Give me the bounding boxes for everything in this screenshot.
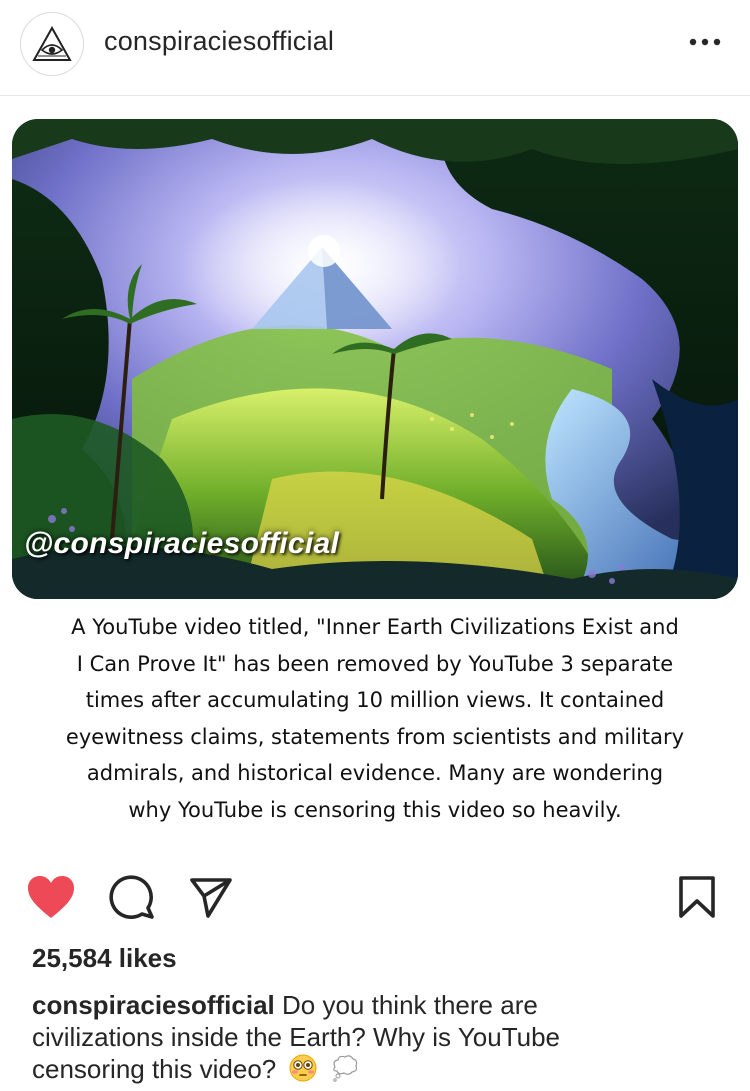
avatar[interactable] — [20, 12, 84, 76]
send-icon — [190, 878, 232, 918]
eye-pyramid-icon — [32, 26, 72, 61]
flushed-face-icon — [288, 1053, 318, 1091]
thought-balloon-icon — [329, 1053, 359, 1091]
heart-icon — [28, 876, 74, 918]
post-username[interactable]: conspiraciesofficial — [104, 26, 334, 57]
image-text-line: admirals, and historical evidence. Many … — [86, 761, 664, 785]
likes-count[interactable]: 25,584 likes — [32, 943, 177, 974]
image-watermark: @conspiraciesofficial — [24, 527, 340, 560]
share-button[interactable] — [186, 872, 236, 922]
comment-button[interactable] — [107, 872, 157, 922]
image-text-line: I Can Prove It" has been removed by YouT… — [76, 651, 674, 676]
caption-username[interactable]: conspiraciesofficial — [32, 990, 275, 1020]
image-text: A YouTube video titled, "Inner Earth Civ… — [20, 609, 730, 828]
image-text-line: times after accumulating 10 million view… — [85, 688, 665, 712]
post-header: conspiraciesofficial — [0, 0, 750, 96]
bookmark-icon — [679, 876, 715, 918]
image-text-line: why YouTube is censoring this video so h… — [128, 797, 622, 822]
image-text-line: A YouTube video titled, "Inner Earth Civ… — [71, 615, 679, 639]
post-image[interactable]: @conspiraciesofficial A YouTube video ti… — [0, 97, 750, 857]
save-button[interactable] — [672, 872, 722, 922]
post-caption: conspiraciesofficial Do you think there … — [32, 990, 632, 1091]
comment-icon — [109, 875, 154, 919]
image-text-line: eyewitness claims, statements from scien… — [65, 724, 685, 749]
like-button[interactable] — [26, 872, 76, 922]
more-options-icon[interactable] — [688, 30, 722, 54]
action-bar — [0, 860, 750, 932]
